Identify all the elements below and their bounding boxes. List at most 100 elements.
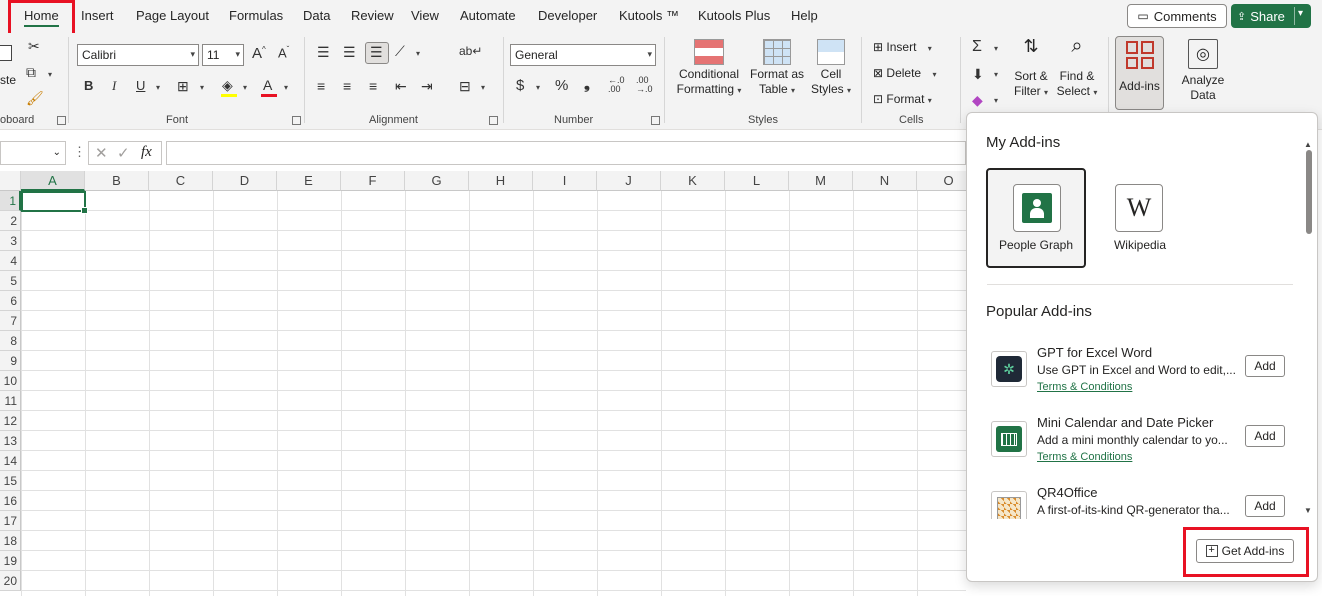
- share-button[interactable]: ⇪ Share ▾: [1231, 4, 1311, 28]
- align-top-icon[interactable]: ☰: [317, 45, 330, 59]
- insert-cells-button[interactable]: ⊞ Insert ▾: [873, 40, 932, 54]
- row-header[interactable]: 12: [0, 411, 21, 431]
- decrease-indent-icon[interactable]: ⇤: [395, 79, 407, 93]
- tab-review[interactable]: Review: [351, 8, 394, 23]
- name-box[interactable]: ⌄: [0, 141, 66, 165]
- terms-link[interactable]: Terms & Conditions: [1037, 451, 1132, 463]
- row-header[interactable]: 14: [0, 451, 21, 471]
- scroll-thumb[interactable]: [1306, 150, 1312, 234]
- row-header[interactable]: 20: [0, 571, 21, 591]
- more-options-icon[interactable]: ⋮: [73, 144, 86, 160]
- row-header[interactable]: 10: [0, 371, 21, 391]
- enter-icon[interactable]: ✓: [117, 144, 130, 162]
- row-header[interactable]: 5: [0, 271, 21, 291]
- orientation-icon[interactable]: ⟋: [395, 44, 405, 58]
- row-header[interactable]: 11: [0, 391, 21, 411]
- tab-formulas[interactable]: Formulas: [229, 8, 283, 23]
- copy-dropdown-icon[interactable]: ▾: [48, 71, 52, 79]
- comma-style-button[interactable]: ❟: [584, 77, 590, 92]
- grow-font-icon[interactable]: A^: [252, 46, 266, 62]
- find-select-button[interactable]: ⌕ Find & Select ▾: [1054, 36, 1100, 100]
- wrap-text-icon[interactable]: ab↵: [459, 45, 482, 57]
- tab-insert[interactable]: Insert: [81, 8, 114, 23]
- column-header[interactable]: J: [597, 171, 661, 191]
- borders-dropdown-icon[interactable]: ▾: [200, 84, 204, 92]
- add-button[interactable]: Add: [1245, 425, 1285, 447]
- orientation-dropdown-icon[interactable]: ▾: [416, 50, 420, 58]
- tab-automate[interactable]: Automate: [460, 8, 516, 23]
- autosum-icon[interactable]: Σ: [972, 39, 982, 55]
- number-format-combo[interactable]: General ▾: [510, 44, 656, 66]
- tab-page-layout[interactable]: Page Layout: [136, 8, 209, 23]
- add-button[interactable]: Add: [1245, 495, 1285, 517]
- tab-developer[interactable]: Developer: [538, 8, 597, 23]
- decrease-decimal-button[interactable]: .00 →.0: [636, 76, 653, 94]
- comments-button[interactable]: ▭ Comments: [1127, 4, 1227, 28]
- column-header[interactable]: K: [661, 171, 725, 191]
- row-header[interactable]: 8: [0, 331, 21, 351]
- tab-data[interactable]: Data: [303, 8, 330, 23]
- italic-button[interactable]: I: [112, 79, 116, 92]
- row-header[interactable]: 13: [0, 431, 21, 451]
- formula-input[interactable]: [166, 141, 966, 165]
- row-header[interactable]: 17: [0, 511, 21, 531]
- clipboard-launcher-icon[interactable]: [57, 116, 66, 125]
- share-dropdown-icon[interactable]: ▾: [1298, 8, 1303, 19]
- row-header[interactable]: 18: [0, 531, 21, 551]
- font-color-dropdown-icon[interactable]: ▾: [284, 84, 288, 92]
- tab-kutools[interactable]: Kutools ™: [619, 8, 679, 23]
- clear-dropdown-icon[interactable]: ▾: [994, 97, 998, 105]
- borders-icon[interactable]: ⊞: [177, 79, 189, 93]
- clear-icon[interactable]: ◆: [972, 93, 983, 107]
- shrink-font-icon[interactable]: Aˇ: [278, 46, 289, 60]
- paste-label[interactable]: ste: [0, 73, 16, 87]
- currency-dropdown-icon[interactable]: ▾: [536, 84, 540, 92]
- cell-styles-button[interactable]: Cell Styles ▾: [808, 39, 854, 98]
- scroll-down-icon[interactable]: ▼: [1304, 506, 1312, 515]
- align-right-icon[interactable]: ≡: [369, 79, 377, 93]
- conditional-formatting-button[interactable]: Conditional Formatting ▾: [672, 39, 746, 98]
- row-header[interactable]: 4: [0, 251, 21, 271]
- column-header[interactable]: B: [85, 171, 149, 191]
- insert-function-button[interactable]: fx: [141, 144, 152, 161]
- merge-dropdown-icon[interactable]: ▾: [481, 84, 485, 92]
- merge-center-icon[interactable]: ⊟: [459, 79, 471, 93]
- row-header[interactable]: 19: [0, 551, 21, 571]
- underline-dropdown-icon[interactable]: ▾: [156, 84, 160, 92]
- cell-area[interactable]: [21, 191, 966, 596]
- bold-button[interactable]: B: [84, 79, 93, 92]
- fill-color-icon[interactable]: ◈: [222, 78, 233, 92]
- format-painter-icon[interactable]: 🖌: [26, 91, 44, 105]
- tab-help[interactable]: Help: [791, 8, 818, 23]
- underline-button[interactable]: U: [136, 79, 145, 92]
- active-cell-a1[interactable]: [21, 191, 88, 214]
- delete-cells-button[interactable]: ⊠ Delete ▾: [873, 66, 936, 80]
- cancel-icon[interactable]: ✕: [95, 144, 108, 162]
- sort-filter-button[interactable]: ⇅ Sort & Filter ▾: [1008, 37, 1054, 100]
- column-header[interactable]: H: [469, 171, 533, 191]
- my-addin-wikipedia[interactable]: W Wikipedia: [1090, 170, 1190, 270]
- copy-icon[interactable]: ⧉: [26, 65, 36, 79]
- column-header[interactable]: E: [277, 171, 341, 191]
- column-header[interactable]: N: [853, 171, 917, 191]
- format-as-table-button[interactable]: Format as Table ▾: [748, 39, 806, 98]
- column-header[interactable]: L: [725, 171, 789, 191]
- increase-decimal-button[interactable]: ←.0 .00: [608, 76, 625, 94]
- column-header[interactable]: C: [149, 171, 213, 191]
- align-middle-icon[interactable]: ☰: [343, 45, 356, 59]
- alignment-launcher-icon[interactable]: [489, 116, 498, 125]
- row-header[interactable]: 2: [0, 211, 21, 231]
- column-header[interactable]: M: [789, 171, 853, 191]
- add-button[interactable]: Add: [1245, 355, 1285, 377]
- column-header[interactable]: I: [533, 171, 597, 191]
- align-center-icon[interactable]: ≡: [343, 79, 351, 93]
- column-header[interactable]: G: [405, 171, 469, 191]
- fill-color-dropdown-icon[interactable]: ▾: [243, 84, 247, 92]
- row-header[interactable]: 3: [0, 231, 21, 251]
- number-launcher-icon[interactable]: [651, 116, 660, 125]
- row-header[interactable]: 7: [0, 311, 21, 331]
- tab-kutools-plus[interactable]: Kutools Plus: [698, 8, 770, 23]
- tab-view[interactable]: View: [411, 8, 439, 23]
- font-name-combo[interactable]: Calibri ▾: [77, 44, 199, 66]
- row-header[interactable]: 16: [0, 491, 21, 511]
